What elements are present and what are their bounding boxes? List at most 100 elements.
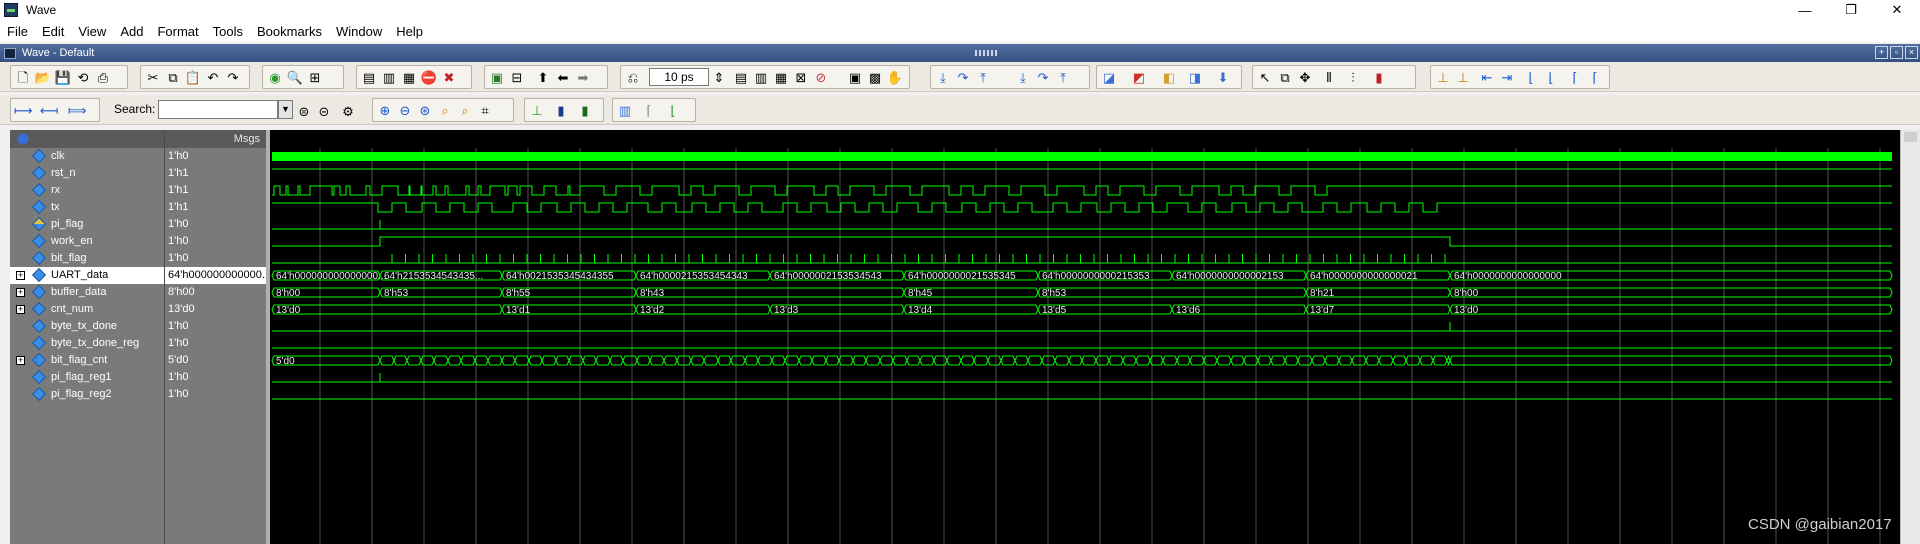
signal-row[interactable]: pi_flag_reg2 (10, 386, 164, 403)
step-over-c-icon[interactable]: ↷ (1035, 70, 1051, 86)
undo-icon[interactable]: ↶ (205, 70, 221, 86)
value-row[interactable]: 1'h0 (165, 148, 266, 165)
waveform-pane[interactable]: 64'h000000000000000... 64'h2153534543435.… (270, 130, 1900, 544)
step-over-icon[interactable]: ↷ (955, 70, 971, 86)
signal-row[interactable]: + cnt_num (10, 301, 164, 318)
menu-file[interactable]: File (0, 24, 35, 39)
menu-edit[interactable]: Edit (35, 24, 71, 39)
memory-icon[interactable]: ▩ (867, 70, 883, 86)
find-icon[interactable]: 🔍 (287, 70, 303, 86)
open-file-icon[interactable]: 📂 (35, 70, 51, 86)
format-literal-icon[interactable]: ⌈ (641, 103, 657, 119)
compile-all-icon[interactable]: ▥ (381, 70, 397, 86)
signal-row[interactable]: bit_flag (10, 250, 164, 267)
up-arrow-icon[interactable]: ⬆ (535, 70, 551, 86)
value-row[interactable]: 13'd0 (165, 301, 266, 318)
menu-tools[interactable]: Tools (206, 24, 250, 39)
zoom-out-icon[interactable]: ⊖ (397, 103, 413, 119)
value-row[interactable]: 1'h0 (165, 335, 266, 352)
format-analog-icon[interactable]: ▥ (617, 103, 633, 119)
next-rising-icon[interactable]: ⌈ (1587, 70, 1603, 86)
break-icon[interactable]: ⛔ (421, 70, 437, 86)
run-length-field[interactable]: 10 ps (649, 68, 709, 86)
zoom-in-icon[interactable]: ⊕ (377, 103, 393, 119)
search-input[interactable] (158, 100, 278, 119)
stop-icon[interactable]: ✖ (441, 70, 457, 86)
find-prev-edge-icon[interactable]: ⊥ (1455, 70, 1471, 86)
close-pane-button[interactable]: × (1905, 46, 1918, 59)
expand-icon[interactable]: ⫶ (1345, 70, 1361, 86)
layout-icon[interactable]: ◪ (1101, 70, 1117, 86)
layout-save-icon[interactable]: ◧ (1161, 70, 1177, 86)
zoom-cursor-icon[interactable]: ⌕ (437, 103, 453, 119)
edge-icon[interactable]: ⫴ (1321, 70, 1337, 86)
step-into-icon[interactable]: ⤓ (935, 70, 951, 86)
menu-add[interactable]: Add (113, 24, 150, 39)
run-icon[interactable]: ◉ (267, 70, 283, 86)
zoom-full-icon[interactable]: ⊛ (417, 103, 433, 119)
zoom-range-icon[interactable]: ⌗ (477, 103, 493, 119)
zoom-box-icon[interactable]: ⧉ (1277, 70, 1293, 86)
value-row[interactable]: 1'h0 (165, 386, 266, 403)
hand-icon[interactable]: ✋ (887, 70, 903, 86)
value-row[interactable]: 1'h0 (165, 233, 266, 250)
signal-row[interactable]: pi_flag (10, 216, 164, 233)
signal-leaf-icon[interactable]: ⊥ (529, 103, 545, 119)
reload-icon[interactable]: ⟲ (75, 70, 91, 86)
value-row[interactable]: 1'h0 (165, 250, 266, 267)
next-transition-icon[interactable]: ⇥ (1499, 70, 1515, 86)
expand-toggle-icon[interactable]: + (16, 288, 25, 297)
search-back-icon[interactable]: ⊜ (296, 104, 312, 120)
menu-window[interactable]: Window (329, 24, 389, 39)
run-icon[interactable]: ▤ (733, 70, 749, 86)
signal-row[interactable]: pi_flag_reg1 (10, 369, 164, 386)
break-run-icon[interactable]: ⊠ (793, 70, 809, 86)
cursor-lock-icon[interactable]: ⟾ (68, 103, 87, 119)
forward-arrow-icon[interactable]: ➡ (575, 70, 591, 86)
new-file-icon[interactable]: 🗋 (15, 70, 31, 86)
pan-icon[interactable]: ✥ (1297, 70, 1313, 86)
search-dropdown-button[interactable]: ▼ (278, 100, 293, 119)
expand-toggle-icon[interactable]: + (16, 356, 25, 365)
close-button[interactable]: ✕ (1874, 0, 1920, 20)
signal-block-icon[interactable]: ▮ (553, 103, 569, 119)
value-row[interactable]: 8'h00 (165, 284, 266, 301)
signal-row[interactable]: work_en (10, 233, 164, 250)
run-all-icon[interactable]: ▦ (773, 70, 789, 86)
dataflow-icon[interactable]: ▣ (847, 70, 863, 86)
expand-toggle-icon[interactable]: + (16, 271, 25, 280)
run-length-spinner-icon[interactable]: ⇕ (711, 70, 727, 86)
find-first-edge-icon[interactable]: ⊥ (1435, 70, 1451, 86)
signal-fill-icon[interactable]: ▮ (577, 103, 593, 119)
signal-row[interactable]: byte_tx_done (10, 318, 164, 335)
prev-falling-icon[interactable]: ⌊ (1523, 70, 1539, 86)
menu-view[interactable]: View (71, 24, 113, 39)
value-row[interactable]: 5'd0 (165, 352, 266, 369)
vertical-scrollbar[interactable] (1900, 130, 1920, 544)
cut-icon[interactable]: ✂ (145, 70, 161, 86)
next-falling-icon[interactable]: ⌊ (1543, 70, 1559, 86)
drag-grip-icon[interactable] (975, 50, 999, 56)
layout-arrow-icon[interactable]: ⬇ (1215, 70, 1231, 86)
redo-icon[interactable]: ↷ (225, 70, 241, 86)
zoom-last-icon[interactable]: ⌕ (457, 103, 473, 119)
find-next-icon[interactable]: ⊞ (307, 70, 323, 86)
prev-transition-icon[interactable]: ⇤ (1479, 70, 1495, 86)
compile-icon[interactable]: ▤ (361, 70, 377, 86)
simulate-icon[interactable]: ▦ (401, 70, 417, 86)
value-row[interactable]: 1'h0 (165, 369, 266, 386)
paste-icon[interactable]: 📋 (185, 70, 201, 86)
menu-format[interactable]: Format (150, 24, 205, 39)
step-dropdown-icon[interactable]: ⊟ (509, 70, 525, 86)
signal-row[interactable]: rx (10, 182, 164, 199)
stop-sim-icon[interactable]: ⊘ (813, 70, 829, 86)
undock-button[interactable]: ▫ (1890, 46, 1903, 59)
insert-cursor-icon[interactable]: ⟼ (14, 103, 33, 119)
breakpoint-icon[interactable]: ▮ (1371, 70, 1387, 86)
save-icon[interactable]: 💾 (55, 70, 71, 86)
value-row[interactable]: 1'h1 (165, 165, 266, 182)
step-out-icon[interactable]: ⤒ (975, 70, 991, 86)
signal-row[interactable]: + buffer_data (10, 284, 164, 301)
waveform-canvas[interactable]: 64'h000000000000000...64'h2153534543435.… (270, 130, 1900, 544)
signal-row[interactable]: tx (10, 199, 164, 216)
